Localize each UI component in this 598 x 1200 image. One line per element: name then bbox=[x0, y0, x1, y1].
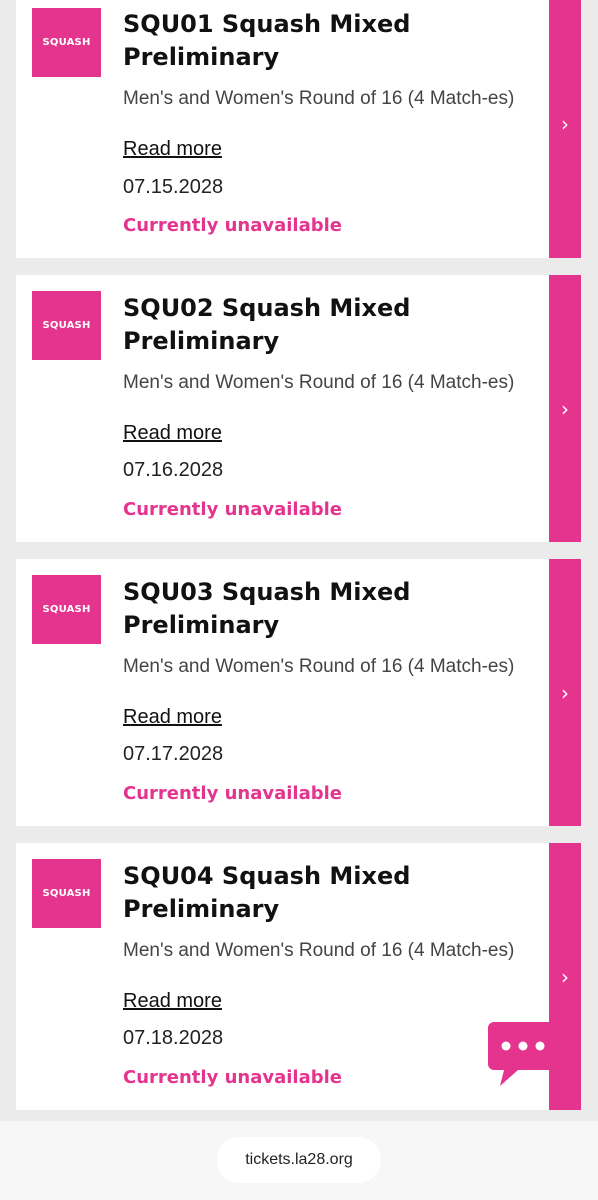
squash-logo: SQUASH bbox=[32, 8, 101, 77]
chevron-right-icon[interactable]: › bbox=[549, 275, 581, 542]
event-description: Men's and Women's Round of 16 (4 Match-e… bbox=[123, 372, 515, 393]
read-more-link[interactable]: Read more bbox=[123, 137, 222, 161]
squash-logo: SQUASH bbox=[32, 575, 101, 644]
event-description: Men's and Women's Round of 16 (4 Match-e… bbox=[123, 88, 515, 109]
event-title: SQU02 Squash Mixed Preliminary bbox=[123, 294, 411, 355]
event-description: Men's and Women's Round of 16 (4 Match-e… bbox=[123, 656, 515, 677]
url-bar[interactable]: tickets.la28.org bbox=[217, 1137, 381, 1183]
availability-status: Currently unavailable bbox=[123, 783, 342, 804]
event-card-squ02[interactable]: SQUASH SQU02 Squash Mixed Preliminary Me… bbox=[16, 275, 581, 542]
chevron-right-icon[interactable]: › bbox=[549, 559, 581, 826]
squash-logo: SQUASH bbox=[32, 291, 101, 360]
event-card-squ01[interactable]: SQUASH SQU01 Squash Mixed Preliminary Me… bbox=[16, 0, 581, 258]
event-date: 07.16.2028 bbox=[123, 459, 224, 481]
event-card-squ03[interactable]: SQUASH SQU03 Squash Mixed Preliminary Me… bbox=[16, 559, 581, 826]
read-more-link[interactable]: Read more bbox=[123, 421, 222, 445]
event-date: 07.18.2028 bbox=[123, 1027, 224, 1049]
chevron-right-icon[interactable]: › bbox=[549, 0, 581, 258]
chat-button[interactable] bbox=[488, 1022, 558, 1088]
event-title: SQU03 Squash Mixed Preliminary bbox=[123, 578, 411, 639]
squash-logo: SQUASH bbox=[32, 859, 101, 928]
read-more-link[interactable]: Read more bbox=[123, 705, 222, 729]
availability-status: Currently unavailable bbox=[123, 215, 342, 236]
event-date: 07.15.2028 bbox=[123, 176, 224, 198]
event-title: SQU01 Squash Mixed Preliminary bbox=[123, 10, 411, 71]
read-more-link[interactable]: Read more bbox=[123, 989, 222, 1013]
chat-bubble-icon bbox=[488, 1022, 558, 1086]
event-date: 07.17.2028 bbox=[123, 743, 224, 765]
availability-status: Currently unavailable bbox=[123, 1067, 342, 1088]
event-description: Men's and Women's Round of 16 (4 Match-e… bbox=[123, 940, 515, 961]
availability-status: Currently unavailable bbox=[123, 499, 342, 520]
event-title: SQU04 Squash Mixed Preliminary bbox=[123, 862, 411, 923]
